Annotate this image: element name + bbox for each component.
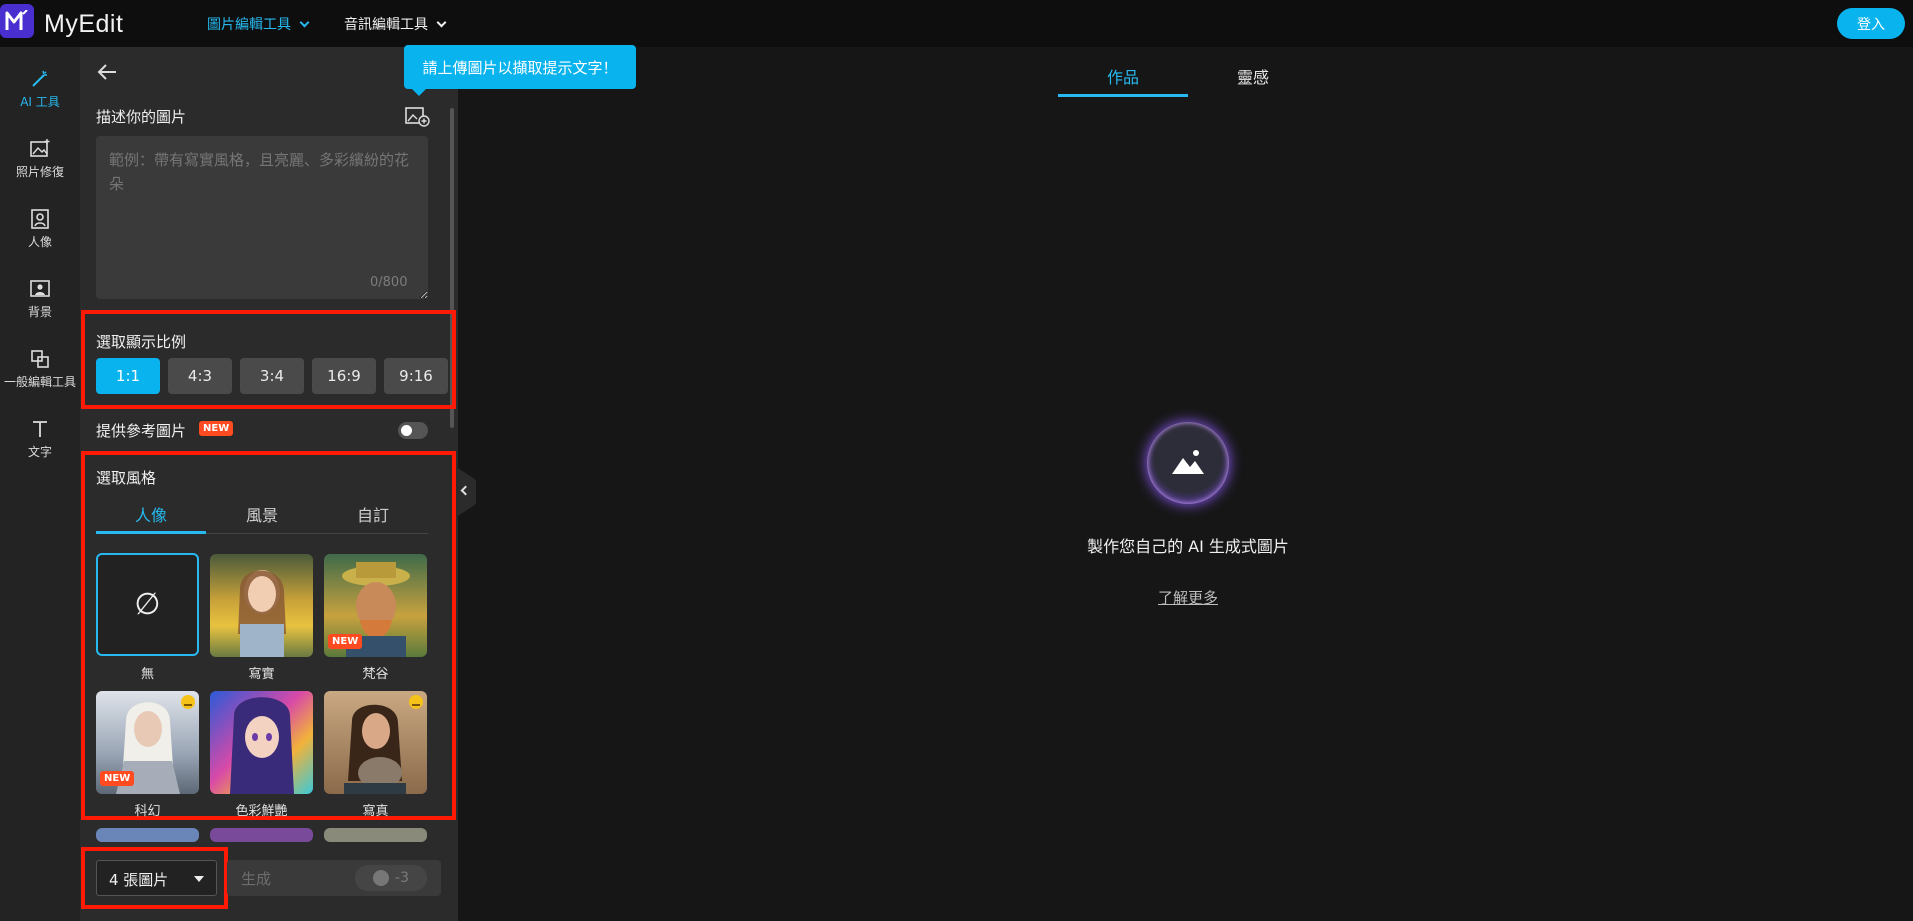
active-tab-indicator [96, 531, 206, 534]
no-style-icon: ∅ [134, 587, 161, 622]
style-label-vivid: 色彩鮮艷 [235, 804, 288, 819]
credit-cost-value: -3 [395, 870, 409, 886]
rail-label: 文字 [27, 445, 52, 459]
ratio-3-4-button[interactable]: 3:4 [240, 358, 304, 394]
active-main-tab-indicator [1058, 94, 1188, 97]
style-label-realistic: 寫實 [248, 667, 275, 682]
toggle-knob [401, 425, 412, 436]
credit-coin-icon [373, 870, 390, 886]
style-card-van-gogh[interactable]: NEW [324, 554, 427, 657]
ratio-9-16-button[interactable]: 9:16 [384, 358, 448, 394]
credit-cost-badge: -3 [355, 865, 427, 891]
rail-label: AI 工具 [20, 95, 60, 109]
tab-works[interactable]: 作品 [1058, 64, 1188, 88]
login-button[interactable]: 登入 [1837, 8, 1905, 39]
nav-image-tools[interactable]: 圖片編輯工具 [207, 14, 310, 34]
premium-crown-icon [181, 695, 195, 709]
main-tabs: 作品 靈感 [1058, 58, 1318, 98]
style-card-vivid[interactable] [210, 691, 313, 794]
describe-title: 描述你的圖片 [96, 108, 187, 126]
app-name[interactable]: MyEdit [44, 10, 123, 39]
background-icon [30, 280, 50, 297]
rail-item-edit-tools[interactable]: 一般編輯工具 [0, 347, 80, 407]
style-title: 選取風格 [96, 469, 157, 487]
empty-state-message: 製作您自己的 AI 生成式圖片 [1087, 537, 1289, 556]
style-label-sci-fi: 科幻 [134, 804, 161, 819]
style-card-realistic[interactable] [210, 554, 313, 657]
style-card-sci-fi[interactable]: NEW [96, 691, 199, 794]
ai-image-orb-icon [1147, 422, 1229, 504]
upload-tooltip: 請上傳圖片以擷取提示文字！ [404, 45, 636, 96]
nav-audio-tools[interactable]: 音訊編輯工具 [344, 14, 447, 34]
realistic-girl-thumbnail-icon [238, 570, 286, 657]
chevron-left-icon [460, 485, 471, 496]
text-icon [33, 421, 47, 437]
style-card-partial[interactable] [96, 828, 199, 842]
left-rail: AI 工具 照片修復 人像 背景 一般編輯工具 文字 [0, 47, 80, 921]
ratio-1-1-button[interactable]: 1:1 [96, 358, 160, 394]
ratio-16-9-button[interactable]: 16:9 [312, 358, 376, 394]
style-tabs: 人像 風景 自訂 [96, 496, 428, 534]
myedit-logo-icon[interactable] [0, 4, 34, 38]
rail-item-photo-repair[interactable]: 照片修復 [0, 137, 80, 197]
image-count-select[interactable]: 4 張圖片 [96, 860, 217, 896]
style-label-none: 無 [140, 667, 154, 682]
new-badge: NEW [199, 421, 234, 436]
generate-label: 生成 [241, 870, 272, 888]
style-card-partial[interactable] [210, 828, 313, 842]
tab-landscape[interactable]: 風景 [207, 502, 317, 526]
upload-image-icon[interactable] [404, 104, 430, 128]
new-badge: NEW [100, 771, 135, 786]
rail-label: 人像 [27, 235, 52, 249]
photo-repair-icon [30, 139, 50, 157]
nav-image-tools-label: 圖片編輯工具 [207, 17, 291, 33]
reference-image-toggle[interactable] [398, 422, 428, 439]
rail-item-portrait[interactable]: 人像 [0, 207, 80, 267]
chevron-down-icon [436, 17, 447, 27]
tab-portrait[interactable]: 人像 [96, 502, 206, 526]
style-card-none[interactable]: ∅ [96, 553, 199, 656]
tab-custom[interactable]: 自訂 [318, 502, 428, 526]
style-label-van-gogh: 梵谷 [362, 667, 389, 682]
premium-crown-icon [409, 695, 423, 709]
caret-down-icon [194, 876, 204, 882]
style-card-partial[interactable] [324, 828, 427, 842]
style-label-photo: 寫真 [362, 804, 389, 819]
chevron-down-icon [299, 17, 310, 27]
magic-wand-icon [32, 70, 47, 87]
rail-label: 照片修復 [15, 165, 64, 179]
nav-audio-tools-label: 音訊編輯工具 [344, 17, 428, 33]
rail-item-ai-tools[interactable]: AI 工具 [0, 67, 80, 127]
portrait-icon [31, 209, 49, 229]
image-count-value: 4 張圖片 [109, 871, 169, 889]
rail-label: 一般編輯工具 [3, 375, 76, 389]
top-bar: MyEdit 圖片編輯工具 音訊編輯工具 登入 [0, 0, 1913, 47]
ratio-options: 1:1 4:3 3:4 16:9 9:16 [96, 358, 448, 394]
vivid-anime-thumbnail-icon [230, 697, 294, 794]
collapse-panel-handle[interactable] [458, 468, 476, 516]
ratio-4-3-button[interactable]: 4:3 [168, 358, 232, 394]
rail-item-background[interactable]: 背景 [0, 277, 80, 337]
style-card-photo[interactable] [324, 691, 427, 794]
learn-more-link[interactable]: 了解更多 [1108, 587, 1268, 608]
reference-image-label: 提供參考圖片 [96, 422, 187, 440]
rail-item-text[interactable]: 文字 [0, 417, 80, 477]
ratio-title: 選取顯示比例 [96, 333, 187, 351]
tab-inspiration[interactable]: 靈感 [1188, 64, 1318, 88]
back-arrow-icon[interactable] [96, 62, 120, 82]
new-badge: NEW [328, 634, 363, 649]
rail-label: 背景 [27, 305, 52, 319]
edit-tools-icon [31, 350, 49, 368]
prompt-char-counter: 0/800 [370, 275, 408, 290]
